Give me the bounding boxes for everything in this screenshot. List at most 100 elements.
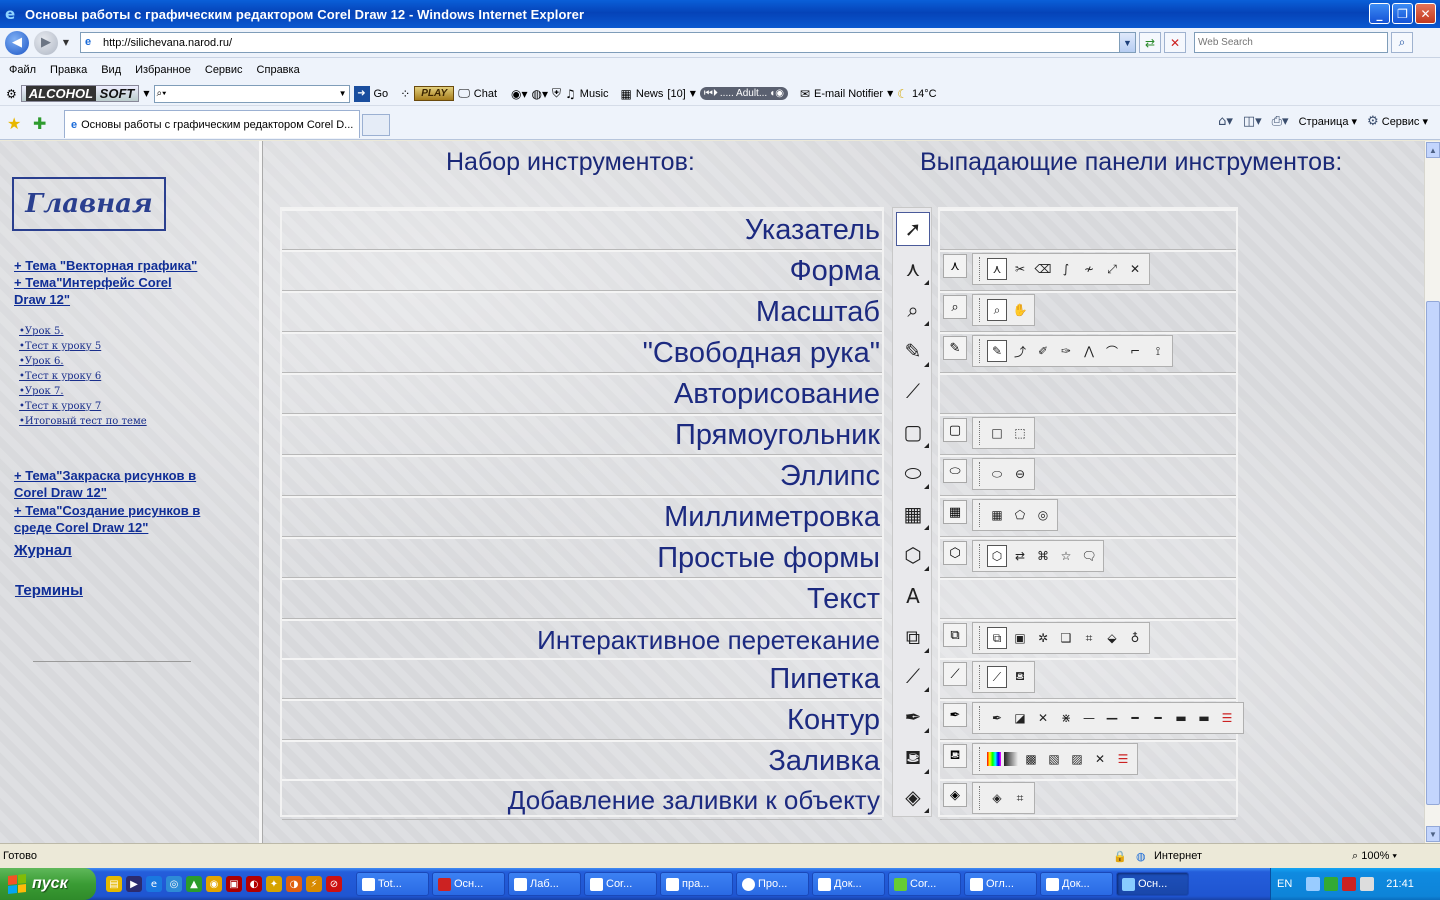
news-icon[interactable]: ▦: [621, 87, 632, 101]
eyedropper-icon[interactable]: ⟋: [896, 659, 930, 693]
shield-icon[interactable]: ⛨: [552, 86, 561, 101]
text-icon[interactable]: A: [896, 579, 930, 613]
contour-icon[interactable]: ▣: [1010, 627, 1030, 649]
graph-paper-icon[interactable]: ▦: [896, 497, 930, 531]
topic-link-interface[interactable]: + Тема"Интерфейс Corel Draw 12": [14, 274, 194, 308]
taskbar-button[interactable]: Лаб...: [508, 872, 581, 896]
flyout-grip[interactable]: [979, 706, 982, 730]
flyout-grip[interactable]: [979, 257, 982, 281]
taskbar-button[interactable]: Про...: [736, 872, 809, 896]
flyout-grip[interactable]: [979, 462, 982, 486]
freehand-icon[interactable]: ✎: [943, 336, 967, 360]
email-icon[interactable]: ✉: [800, 87, 810, 101]
flyout-grip[interactable]: [979, 786, 982, 810]
tab-active[interactable]: e Основы работы с графическим редактором…: [64, 110, 360, 138]
refresh-button[interactable]: ⇄: [1139, 32, 1161, 53]
flyout-grip[interactable]: [979, 298, 982, 322]
color-docker-icon[interactable]: ☰: [1113, 748, 1133, 770]
menu-file[interactable]: Файл: [9, 64, 36, 76]
quicklaunch-antivirus-icon[interactable]: ◐: [246, 876, 262, 892]
envelope-icon[interactable]: ⌗: [1079, 627, 1099, 649]
polyline-icon[interactable]: ⋀: [1079, 340, 1099, 362]
quicklaunch-firefox-icon[interactable]: ◑: [286, 876, 302, 892]
quicklaunch-chrome-icon[interactable]: ◉: [206, 876, 222, 892]
taskbar-button[interactable]: Cor...: [888, 872, 961, 896]
eyedropper-icon[interactable]: ⟋: [943, 662, 967, 686]
shape-icon[interactable]: ⋏: [896, 252, 930, 286]
taskbar-button[interactable]: пра...: [660, 872, 733, 896]
flowchart-shapes-icon[interactable]: ⌘: [1033, 545, 1053, 567]
outline-pen-icon[interactable]: ✒: [896, 700, 930, 734]
free-transform-icon[interactable]: ⤢: [1102, 258, 1122, 280]
zoom-level[interactable]: ⌕ 100% ▾: [1352, 850, 1397, 863]
journal-link[interactable]: Журнал: [14, 542, 72, 559]
smudge-icon[interactable]: ∫: [1056, 258, 1076, 280]
interactive-fill-tool-icon[interactable]: ◈: [987, 787, 1007, 809]
bezier-icon[interactable]: ⤴: [1010, 340, 1030, 362]
color-docker-icon[interactable]: ☰: [1217, 707, 1237, 729]
quicklaunch-tool-icon[interactable]: ✦: [266, 876, 282, 892]
artistic-media-icon[interactable]: ✐: [1033, 340, 1053, 362]
basic-shapes-icon[interactable]: ⬡: [896, 538, 930, 572]
quicklaunch-ie-icon[interactable]: e: [146, 876, 162, 892]
forward-button[interactable]: ▶: [34, 30, 58, 55]
ellipse-icon[interactable]: ⬭: [896, 456, 930, 490]
extrude-icon[interactable]: ⬙: [1102, 627, 1122, 649]
go-button[interactable]: Go: [374, 88, 389, 100]
eyedropper-tool-icon[interactable]: ⟋: [987, 666, 1007, 688]
music-button[interactable]: Music: [580, 88, 609, 100]
chat-button[interactable]: Chat: [474, 88, 497, 100]
eraser-icon[interactable]: ⌫: [1033, 258, 1053, 280]
dropdown-icon[interactable]: ▼: [143, 89, 149, 98]
rectangle-icon[interactable]: ▢: [896, 415, 930, 449]
flyout-grip[interactable]: [979, 747, 982, 771]
pattern-fill-icon[interactable]: ▩: [1021, 748, 1041, 770]
quicklaunch-winamp-icon[interactable]: ⚡: [306, 876, 322, 892]
zoom-icon[interactable]: ⌕: [896, 293, 930, 327]
fountain-fill-icon[interactable]: [1004, 752, 1018, 766]
zoom-icon[interactable]: ⌕: [943, 295, 967, 319]
close-button[interactable]: ✕: [1415, 3, 1436, 24]
line-half-icon[interactable]: ━: [1125, 707, 1145, 729]
menu-edit[interactable]: Правка: [50, 64, 87, 76]
three-point-ellipse-icon[interactable]: ⊖: [1010, 463, 1030, 485]
shape-icon[interactable]: ⋏: [943, 254, 967, 278]
sub-link-test6[interactable]: •Тест к уроку 6: [19, 369, 101, 384]
play-button[interactable]: PLAY: [414, 86, 455, 101]
feeds-icon[interactable]: ◫▾: [1243, 114, 1262, 129]
taskbar-button[interactable]: Док...: [812, 872, 885, 896]
news-dropdown-icon[interactable]: ▼: [690, 89, 696, 98]
fill-bucket-icon[interactable]: ⛾: [943, 744, 967, 768]
sub-link-lesson7[interactable]: •Урок 7.: [19, 384, 64, 399]
flyout-grip[interactable]: [979, 503, 982, 527]
paintbucket-icon[interactable]: ⛾: [1010, 666, 1030, 688]
taskbar-button[interactable]: Док...: [1040, 872, 1113, 896]
toolbar-search-input[interactable]: ⌕▾ ▼: [153, 84, 350, 103]
search-box[interactable]: [1194, 32, 1388, 53]
zoom-tool-icon[interactable]: ⌕: [987, 299, 1007, 321]
stop-button[interactable]: ✕: [1164, 32, 1186, 53]
taskbar-button[interactable]: Огл...: [964, 872, 1037, 896]
sub-link-lesson5[interactable]: •Урок 5.: [19, 324, 64, 339]
basic-shapes-tool-icon[interactable]: ⬡: [987, 545, 1007, 567]
history-dropdown-icon[interactable]: ▼: [60, 38, 72, 47]
topic-link-coloring[interactable]: + Тема"Закраска рисунков в Corel Draw 12…: [14, 467, 214, 501]
flyout-grip[interactable]: [979, 544, 982, 568]
graph-paper-icon[interactable]: ▦: [943, 500, 967, 524]
fill-bucket-icon[interactable]: ⛾: [896, 741, 930, 775]
quicklaunch-media-icon[interactable]: ▶: [126, 876, 142, 892]
globe-icon[interactable]: ◉▾: [511, 87, 528, 101]
home-icon[interactable]: ⌂▾: [1218, 114, 1233, 129]
address-bar[interactable]: e ▼: [80, 32, 1136, 53]
polygon-icon[interactable]: ⬠: [1010, 504, 1030, 526]
shape-tool-icon[interactable]: ⋏: [987, 258, 1007, 280]
minimize-button[interactable]: _: [1369, 3, 1390, 24]
flyout-grip[interactable]: [979, 665, 982, 689]
outline-pen-icon[interactable]: ✒: [943, 703, 967, 727]
play-prev-icon[interactable]: ⁘: [400, 87, 410, 101]
taskbar-button-active[interactable]: Осн...: [1116, 872, 1189, 896]
scroll-thumb[interactable]: [1426, 301, 1440, 805]
radar-icon[interactable]: ◍▾: [532, 87, 549, 101]
media-prev-icon[interactable]: ⏮⏵: [704, 88, 718, 99]
virtual-segment-delete-icon[interactable]: ✕: [1125, 258, 1145, 280]
